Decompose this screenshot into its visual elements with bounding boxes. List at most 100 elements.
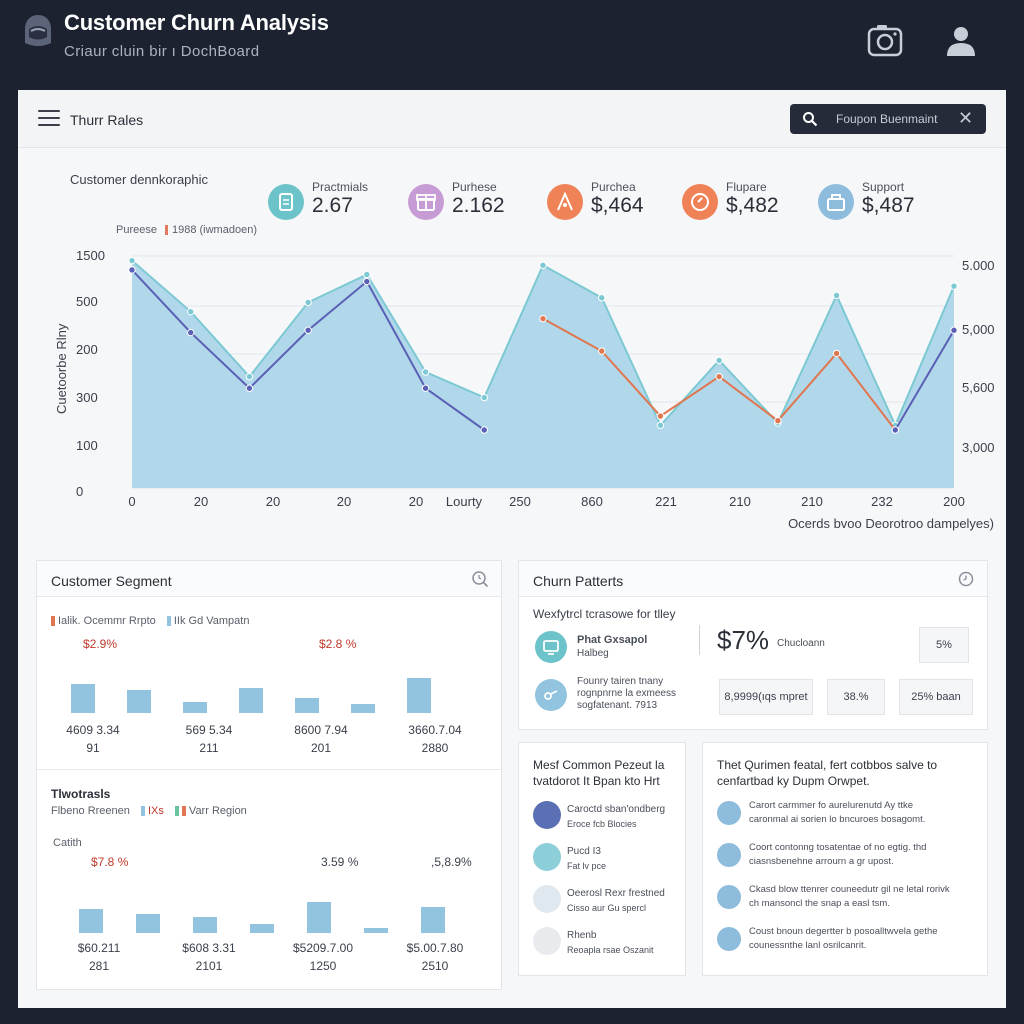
segment-bar [351, 704, 375, 713]
pattern-chip[interactable]: 8,9999(ıqs mpret [719, 679, 813, 715]
segment-bar [250, 924, 274, 933]
bar-value-label: 2880 [421, 741, 449, 755]
metric-label: Purchea [591, 180, 636, 194]
insight-icon [717, 927, 741, 951]
region-legend: Flbeno Rreenen IXs Varr Region [51, 805, 247, 817]
pattern-chip[interactable]: 38.% [827, 679, 885, 715]
data-point [598, 347, 606, 355]
chat-icon [682, 184, 718, 220]
reason-sub: Reoapla rsae Oszanit [567, 945, 654, 955]
segment-bar [295, 698, 319, 713]
main-panel: Thurr Rales Foupon Buenmaint ✕ Customer … [18, 90, 1006, 1008]
segment-bar [71, 684, 95, 713]
metric-label: Flupare [726, 180, 767, 194]
sub-label: Catith [53, 837, 82, 849]
bar-value-label: 91 [86, 741, 100, 755]
legend-left: Pureese [116, 224, 157, 236]
metric-value: $,464 [591, 194, 644, 217]
y-tick-label: 1500 [76, 248, 105, 263]
person-icon [547, 184, 583, 220]
churn-line-chart: 150050020030010005.0005,0005,6003,000Cue… [54, 248, 995, 531]
search-text: Foupon Buenmaint [836, 112, 938, 126]
churn-patterns-card: Churn Patterts Wexfytrcl tcrasowe for tl… [518, 560, 988, 730]
data-point [128, 256, 136, 265]
x-tick-label: 200 [943, 494, 965, 509]
data-point [832, 349, 841, 358]
card-title: Customer Segment [51, 573, 172, 589]
metric-value: 2.162 [452, 194, 505, 217]
bag-icon [818, 184, 854, 220]
data-point [539, 314, 547, 323]
legend-swatch-blue [166, 616, 171, 627]
close-icon[interactable]: ✕ [958, 108, 973, 129]
data-point [480, 426, 488, 434]
metric-value: $,482 [726, 194, 779, 217]
percent-label: $2.8 % [319, 637, 357, 651]
legend-b: IIk Gd Vampatn [173, 615, 250, 627]
clock-icon[interactable] [957, 570, 975, 588]
app-logo-icon [25, 15, 51, 46]
reason-icon [533, 801, 561, 829]
data-point [187, 307, 195, 316]
bar-value-label: 2101 [195, 959, 223, 973]
data-point [245, 372, 254, 381]
pattern-chip[interactable]: 5% [919, 627, 969, 663]
segment-bar [421, 907, 445, 933]
legend-sub: Flbeno Rreenen [51, 805, 130, 817]
data-point [715, 372, 723, 381]
item-line: sogfatenant. 7913 [577, 700, 658, 711]
app-title: Customer Churn Analysis [64, 10, 329, 35]
data-point [304, 298, 312, 307]
reason-title: Pucd I3 [567, 846, 601, 857]
x-tick-label: 860 [581, 494, 603, 509]
bar-value-label: 8600 7.94 [294, 723, 348, 737]
metric-label: Purhese [452, 180, 497, 194]
pattern-chip[interactable]: 25% baan [899, 679, 973, 715]
x-tick-label: 0 [128, 494, 135, 509]
bar-value-label: 211 [199, 741, 219, 755]
insights-card: Thet Qurimen featal, fert cotbbos salve … [702, 742, 988, 976]
insight-icon [717, 843, 741, 867]
data-point [421, 384, 430, 392]
data-point [598, 294, 606, 302]
y-axis-label: Cuetoorbe Rlny [54, 323, 69, 414]
reason-icon [533, 843, 561, 871]
customer-segment-card: Customer Segment Ialik. Ocemmr Rrpto IIk… [36, 560, 502, 990]
data-point [715, 356, 723, 365]
data-point [539, 261, 547, 269]
camera-icon[interactable] [866, 22, 904, 60]
y-tick-label: 0 [76, 484, 83, 499]
insight-text: Coort contonng tosatentae of no egtig. t… [749, 842, 927, 867]
search-input[interactable]: Foupon Buenmaint ✕ [790, 104, 986, 134]
chart-icon [535, 679, 567, 711]
zoom-icon[interactable] [471, 570, 489, 588]
x-tick-label: 20 [409, 494, 423, 509]
common-reasons-card: Mesf Common Pezeut la tvatdorot It Bpan … [518, 742, 686, 976]
bar-value-label: 1250 [309, 959, 337, 973]
reason-sub: Cisso aur Gu spercl [567, 903, 647, 913]
search-icon [803, 112, 818, 127]
x-tick-label: 221 [655, 494, 677, 509]
bar-value-label: 4609 3.34 [66, 723, 120, 737]
top-bar: Customer Churn Analysis Criaur cluin bir… [0, 0, 1024, 90]
user-icon[interactable] [942, 22, 980, 60]
panel-title: Thurr Rales [70, 112, 144, 128]
x-tick-label: 232 [871, 494, 893, 509]
bar-value-label: 2510 [421, 959, 449, 973]
data-point [832, 291, 841, 300]
reasons-heading: Mesf Common Pezeut la tvatdorot It Bpan … [533, 758, 665, 788]
chart-footnote: Ocerds bvoo Deorotroo dampelyes) [788, 516, 994, 531]
divider [699, 625, 700, 655]
legend-swatch [164, 225, 168, 236]
x-tick-label: 20 [194, 494, 208, 509]
card-header: Customer Segment [37, 561, 501, 597]
legend-right: 1988 (iwmadoen) [171, 224, 257, 236]
bar-value-label: 569 5.34 [185, 723, 233, 737]
item-sub: Halbeg [577, 648, 609, 659]
hamburger-menu-icon[interactable] [38, 110, 60, 128]
data-point [656, 421, 665, 430]
segment-bar [239, 688, 263, 713]
y-tick-label: 500 [76, 294, 98, 309]
y-tick-label: 5,000 [962, 322, 995, 337]
legend-a: Ialik. Ocemmr Rrpto [58, 615, 156, 627]
